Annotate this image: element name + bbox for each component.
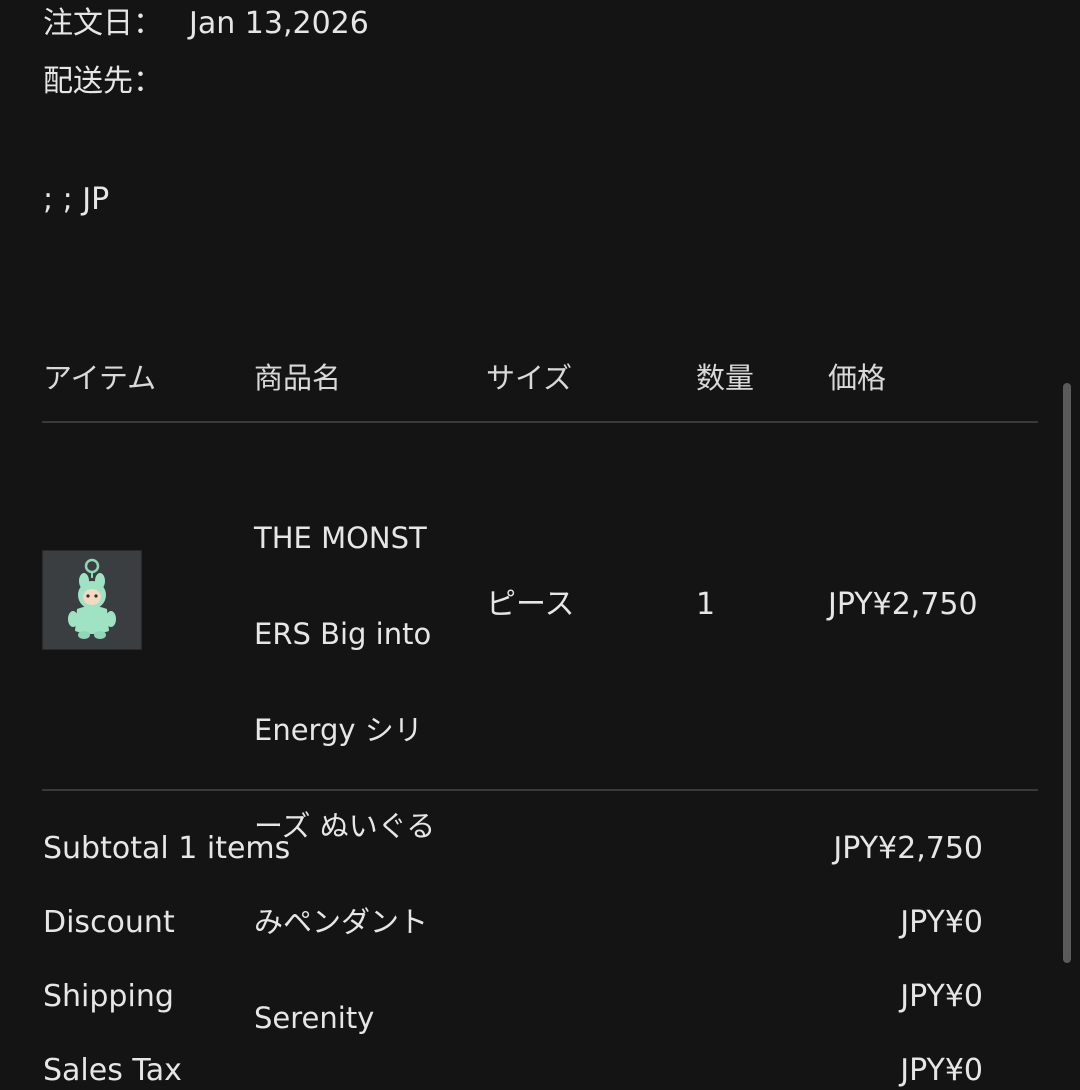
column-header-name: 商品名	[254, 361, 342, 395]
product-name-line: THE MONST	[254, 521, 427, 555]
row-divider	[42, 789, 1038, 791]
shipping-value: JPY¥0	[900, 979, 983, 1014]
shipping-address-value: ; ; JP	[43, 182, 110, 217]
product-price: JPY¥2,750	[828, 587, 978, 622]
product-quantity: 1	[696, 587, 716, 622]
order-date-label: 注文日：	[43, 6, 163, 41]
column-header-qty: 数量	[696, 361, 755, 395]
discount-label: Discount	[43, 905, 175, 940]
column-header-item: アイテム	[43, 361, 157, 395]
plush-keychain-icon	[68, 558, 116, 639]
product-name-line: Serenity	[254, 1001, 375, 1035]
product-thumbnail[interactable]	[42, 550, 142, 650]
discount-value: JPY¥0	[900, 905, 983, 940]
header-divider	[42, 421, 1038, 423]
shipping-address-label: 配送先：	[43, 64, 163, 99]
column-header-price: 価格	[828, 361, 887, 395]
order-date-row: 注文日： Jan 13,2026	[43, 9, 369, 39]
sales-tax-value: JPY¥0	[900, 1053, 983, 1088]
subtotal-value: JPY¥2,750	[833, 831, 983, 866]
shipping-label: Shipping	[43, 979, 174, 1014]
product-name[interactable]: THE MONST ERS Big into Energy シリ ーズ ぬいぐる…	[254, 466, 454, 1090]
subtotal-label: Subtotal 1 items	[43, 831, 291, 866]
sales-tax-label: Sales Tax	[43, 1053, 182, 1088]
vertical-scrollbar[interactable]	[1063, 383, 1071, 963]
product-name-line: みペンダント	[254, 905, 429, 939]
order-date-value: Jan 13,2026	[189, 6, 369, 41]
product-size: ピース	[486, 587, 575, 622]
column-header-size: サイズ	[486, 361, 573, 395]
product-name-line: ERS Big into	[254, 617, 432, 651]
product-name-line: Energy シリ	[254, 713, 423, 747]
